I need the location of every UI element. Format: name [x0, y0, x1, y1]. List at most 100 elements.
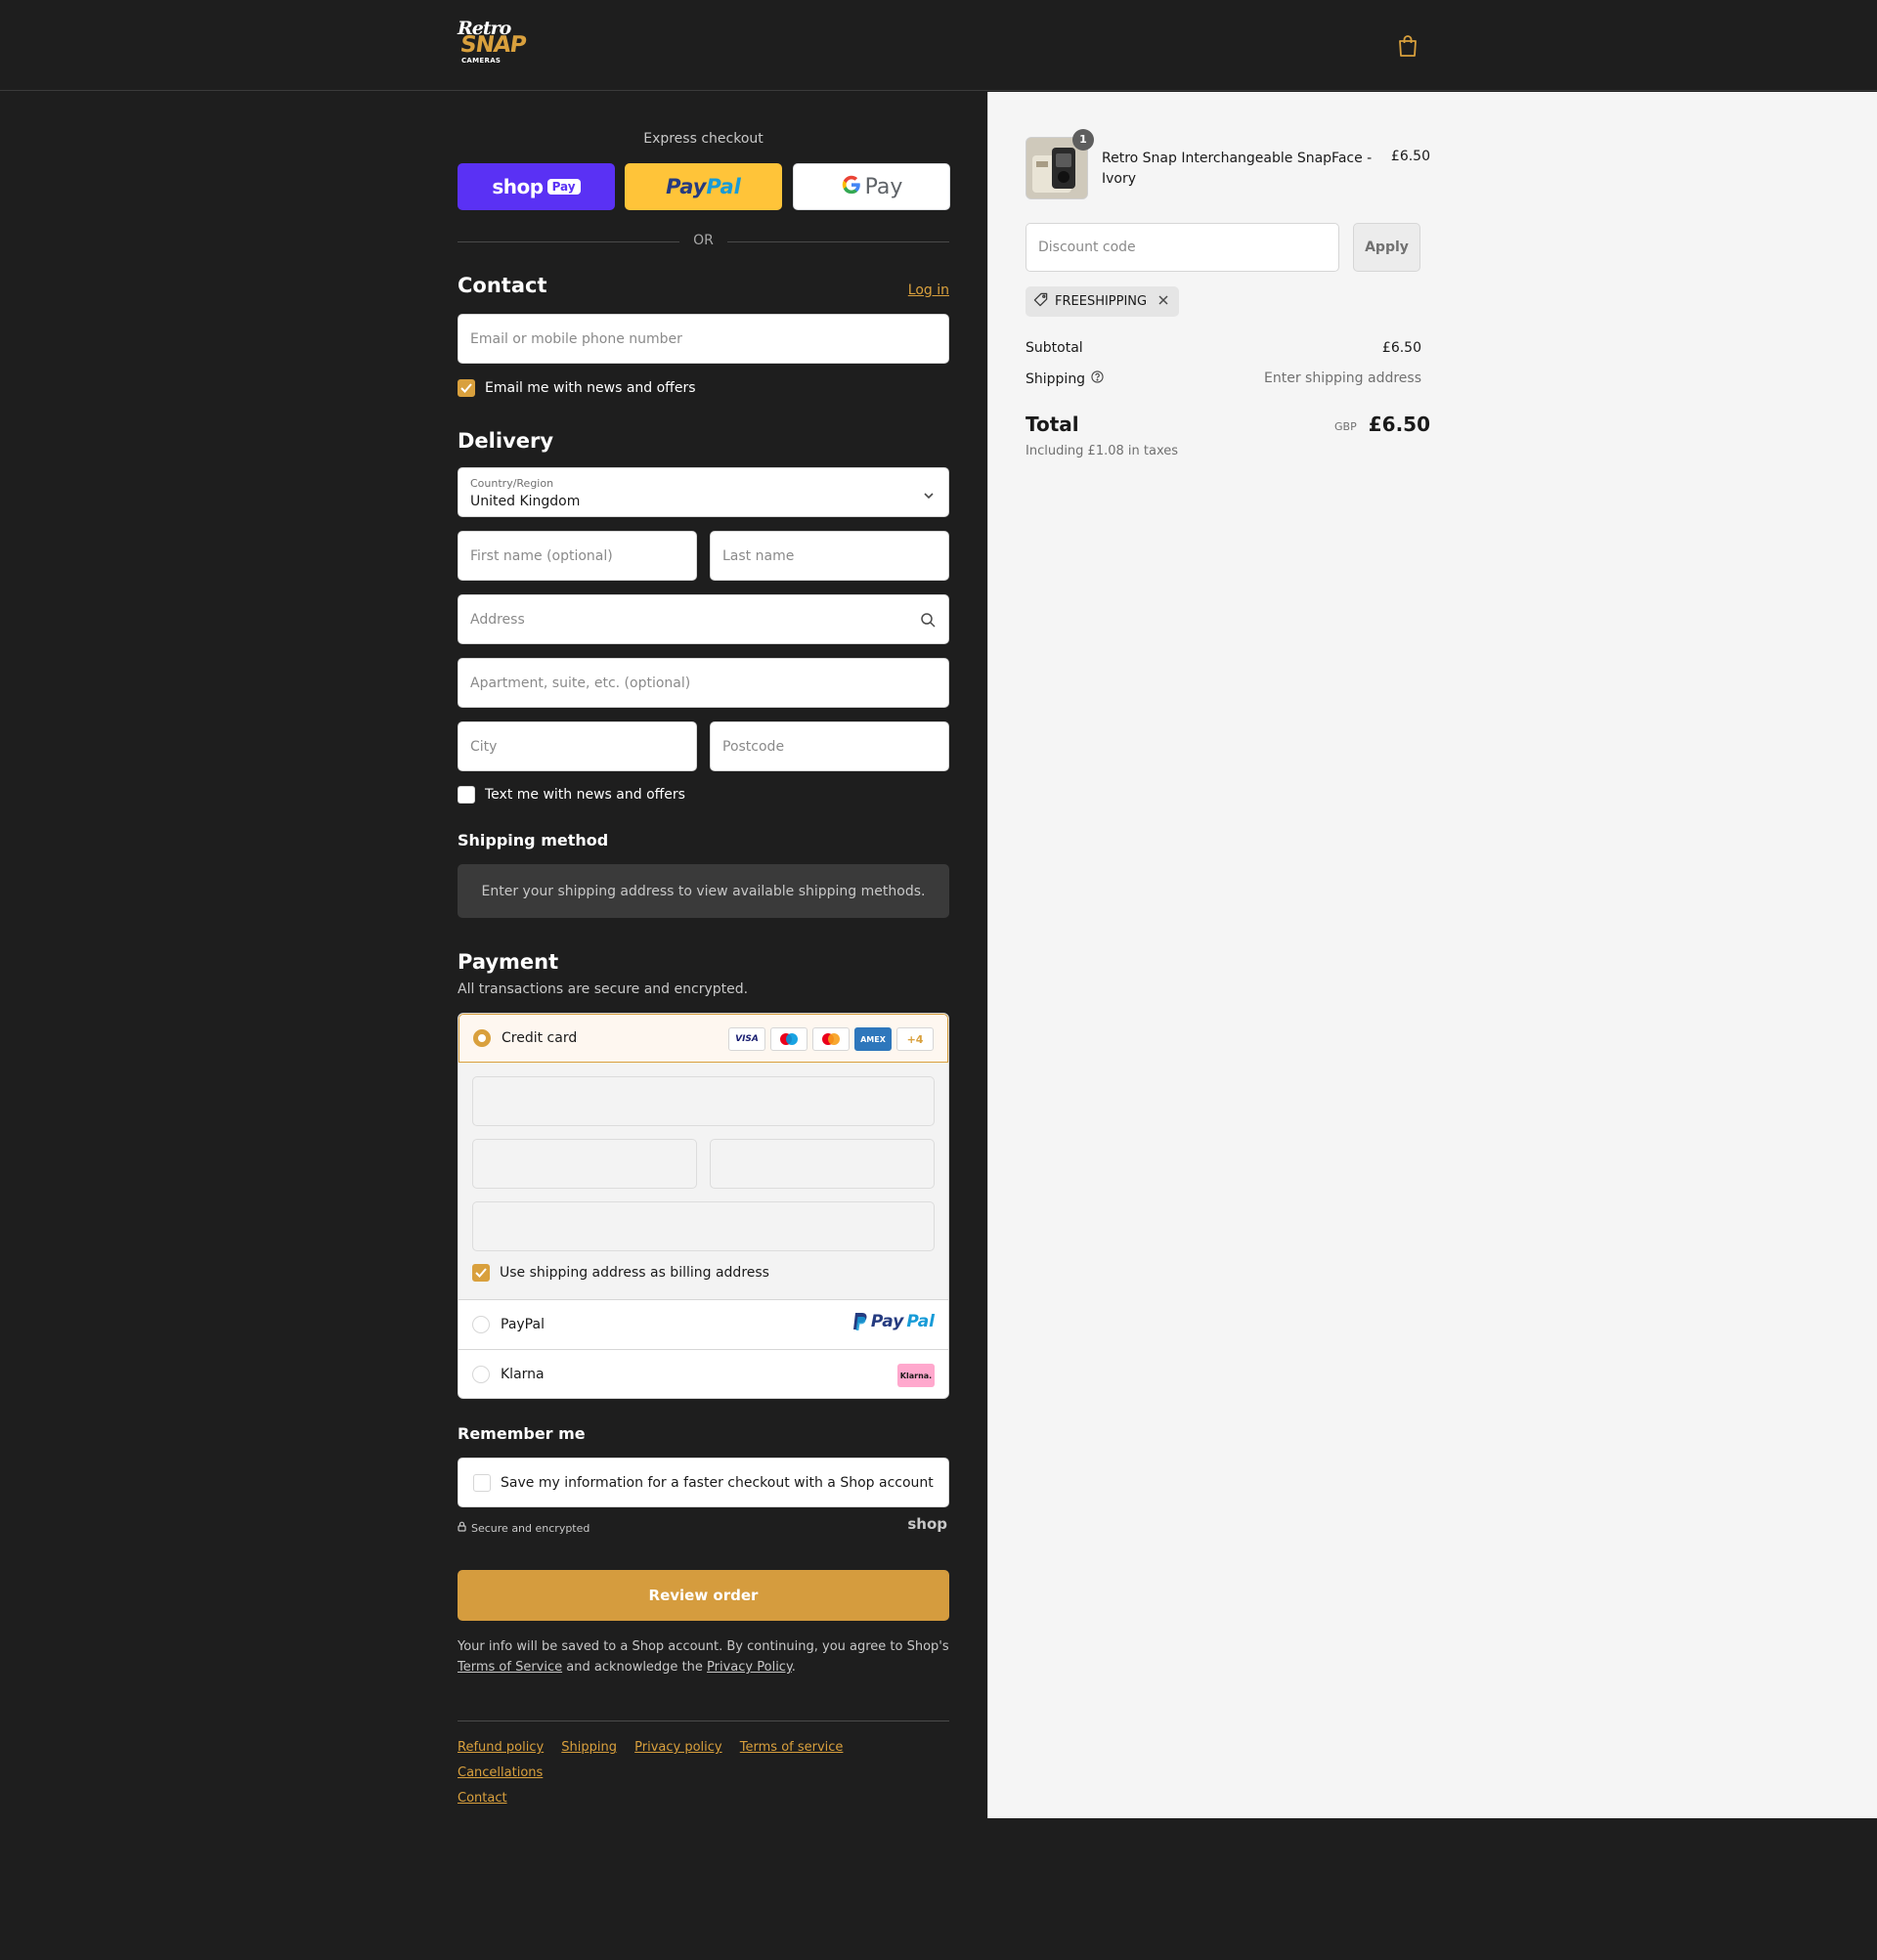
product-price: £6.50: [1390, 149, 1430, 164]
express-checkout-title: Express checkout: [643, 131, 764, 147]
total-label: Total: [1026, 413, 1079, 436]
privacy-policy-link[interactable]: Privacy Policy: [707, 1660, 792, 1675]
shop-logo: shop: [907, 1515, 947, 1533]
name-on-card-input[interactable]: [473, 1202, 934, 1250]
apply-discount-button[interactable]: Apply: [1353, 223, 1420, 272]
klarna-option[interactable]: Klarna Klarna.: [458, 1349, 948, 1398]
privacy-policy-footer-link[interactable]: Privacy policy: [634, 1740, 721, 1755]
email-input[interactable]: [458, 315, 948, 363]
paypal-express-button[interactable]: Pay Pal: [625, 163, 782, 210]
remember-me-title: Remember me: [458, 1424, 586, 1443]
quantity-badge: 1: [1072, 129, 1094, 151]
google-g-icon: [841, 174, 862, 199]
shop-pay-button[interactable]: shop Pay: [458, 163, 615, 210]
help-circle-icon[interactable]: [1091, 370, 1104, 387]
terms-of-service-link[interactable]: Terms of Service: [458, 1660, 562, 1675]
google-pay-label: Pay: [864, 174, 903, 199]
paypal-label: PayPal: [501, 1316, 545, 1332]
address-input[interactable]: [458, 595, 948, 643]
payment-methods: Credit card VISA AMEX +4 Use shipping ad…: [458, 1013, 949, 1399]
header: Retro SNAP CAMERAS: [0, 0, 1877, 91]
legal-text-after: .: [791, 1660, 796, 1675]
maestro-icon: [770, 1027, 808, 1051]
shop-pay-wordmark: shop: [492, 175, 544, 198]
legal-notice: Your info will be saved to a Shop accoun…: [458, 1636, 949, 1677]
security-code-input[interactable]: [711, 1140, 934, 1188]
cancellations-link[interactable]: Cancellations: [458, 1765, 543, 1780]
sms-news-label: Text me with news and offers: [485, 787, 685, 803]
contact-link[interactable]: Contact: [458, 1791, 507, 1806]
shipping-label: Shipping: [1026, 370, 1086, 387]
last-name-input[interactable]: [711, 532, 948, 580]
expiry-date-field[interactable]: [472, 1139, 697, 1189]
order-summary: 1 Retro Snap Interchangeable SnapFace - …: [987, 92, 1877, 1818]
city-field[interactable]: [458, 721, 697, 771]
name-on-card-field[interactable]: [472, 1201, 935, 1251]
billing-address-checkbox-row[interactable]: Use shipping address as billing address: [472, 1264, 769, 1282]
first-name-field[interactable]: [458, 531, 697, 581]
email-news-label: Email me with news and offers: [485, 380, 696, 396]
last-name-field[interactable]: [710, 531, 949, 581]
email-news-checkbox[interactable]: [458, 379, 475, 397]
country-region-select[interactable]: Country/Region United Kingdom: [458, 467, 949, 517]
expiry-date-input[interactable]: [473, 1140, 696, 1188]
or-label: OR: [693, 233, 714, 248]
applied-discount-chip: FREESHIPPING: [1026, 286, 1180, 317]
klarna-radio[interactable]: [472, 1365, 490, 1383]
shopping-bag-icon[interactable]: [1397, 34, 1419, 58]
google-pay-button[interactable]: Pay: [793, 163, 950, 210]
apartment-field[interactable]: [458, 658, 949, 708]
remove-discount-close-icon[interactable]: [1157, 294, 1169, 310]
shipping-method-placeholder: Enter your shipping address to view avai…: [458, 864, 949, 918]
retro-snap-logo[interactable]: Retro SNAP CAMERAS: [458, 18, 527, 70]
subtotal-label: Subtotal: [1026, 340, 1083, 356]
apartment-input[interactable]: [458, 659, 948, 707]
security-code-field[interactable]: [710, 1139, 935, 1189]
discount-code-input[interactable]: [1026, 223, 1339, 272]
lock-icon: [458, 1521, 466, 1535]
card-number-field[interactable]: [472, 1076, 935, 1126]
sms-news-checkbox-row[interactable]: Text me with news and offers: [458, 786, 685, 804]
mastercard-icon: [812, 1027, 850, 1051]
more-cards-badge: +4: [896, 1027, 934, 1051]
payment-security-note: All transactions are secure and encrypte…: [458, 981, 749, 997]
logo-line-2: SNAP: [458, 32, 528, 58]
save-info-checkbox[interactable]: [473, 1473, 491, 1492]
tax-note: Including £1.08 in taxes: [1026, 444, 1179, 458]
log-in-link[interactable]: Log in: [908, 283, 949, 298]
shipping-method-title: Shipping method: [458, 831, 609, 849]
chevron-down-icon: [923, 487, 935, 500]
first-name-input[interactable]: [458, 532, 696, 580]
paypal-radio[interactable]: [472, 1315, 490, 1333]
secure-encrypted-label: Secure and encrypted: [471, 1521, 590, 1535]
total-currency: GBP: [1334, 420, 1357, 433]
credit-card-option[interactable]: Credit card VISA AMEX +4: [458, 1014, 948, 1063]
email-news-checkbox-row[interactable]: Email me with news and offers: [458, 379, 696, 397]
paypal-option[interactable]: PayPal Pay Pal: [458, 1299, 948, 1348]
country-region-value: United Kingdom: [470, 494, 581, 509]
amex-icon: AMEX: [854, 1027, 892, 1051]
shipping-policy-link[interactable]: Shipping: [561, 1740, 617, 1755]
postcode-input[interactable]: [711, 722, 948, 770]
address-field[interactable]: [458, 594, 949, 644]
postcode-field[interactable]: [710, 721, 949, 771]
terms-of-service-footer-link[interactable]: Terms of service: [740, 1740, 844, 1755]
subtotal-value: £6.50: [1381, 340, 1421, 356]
search-icon: [920, 612, 936, 628]
review-order-button[interactable]: Review order: [458, 1570, 949, 1621]
country-region-label: Country/Region: [470, 477, 554, 490]
contact-title: Contact: [458, 274, 547, 297]
email-field[interactable]: [458, 314, 949, 364]
save-info-label: Save my information for a faster checkou…: [501, 1474, 934, 1491]
refund-policy-link[interactable]: Refund policy: [458, 1740, 544, 1755]
secure-encrypted-note: Secure and encrypted: [458, 1521, 589, 1535]
sms-news-checkbox[interactable]: [458, 786, 475, 804]
klarna-label: Klarna: [501, 1366, 545, 1382]
billing-address-label: Use shipping address as billing address: [500, 1265, 769, 1281]
paypal-logo-pal: Pal: [906, 1312, 935, 1331]
card-number-input[interactable]: [473, 1077, 934, 1125]
city-input[interactable]: [458, 722, 696, 770]
save-info-checkbox-row[interactable]: Save my information for a faster checkou…: [458, 1458, 949, 1507]
billing-address-checkbox[interactable]: [472, 1264, 490, 1282]
credit-card-radio[interactable]: [473, 1029, 491, 1047]
